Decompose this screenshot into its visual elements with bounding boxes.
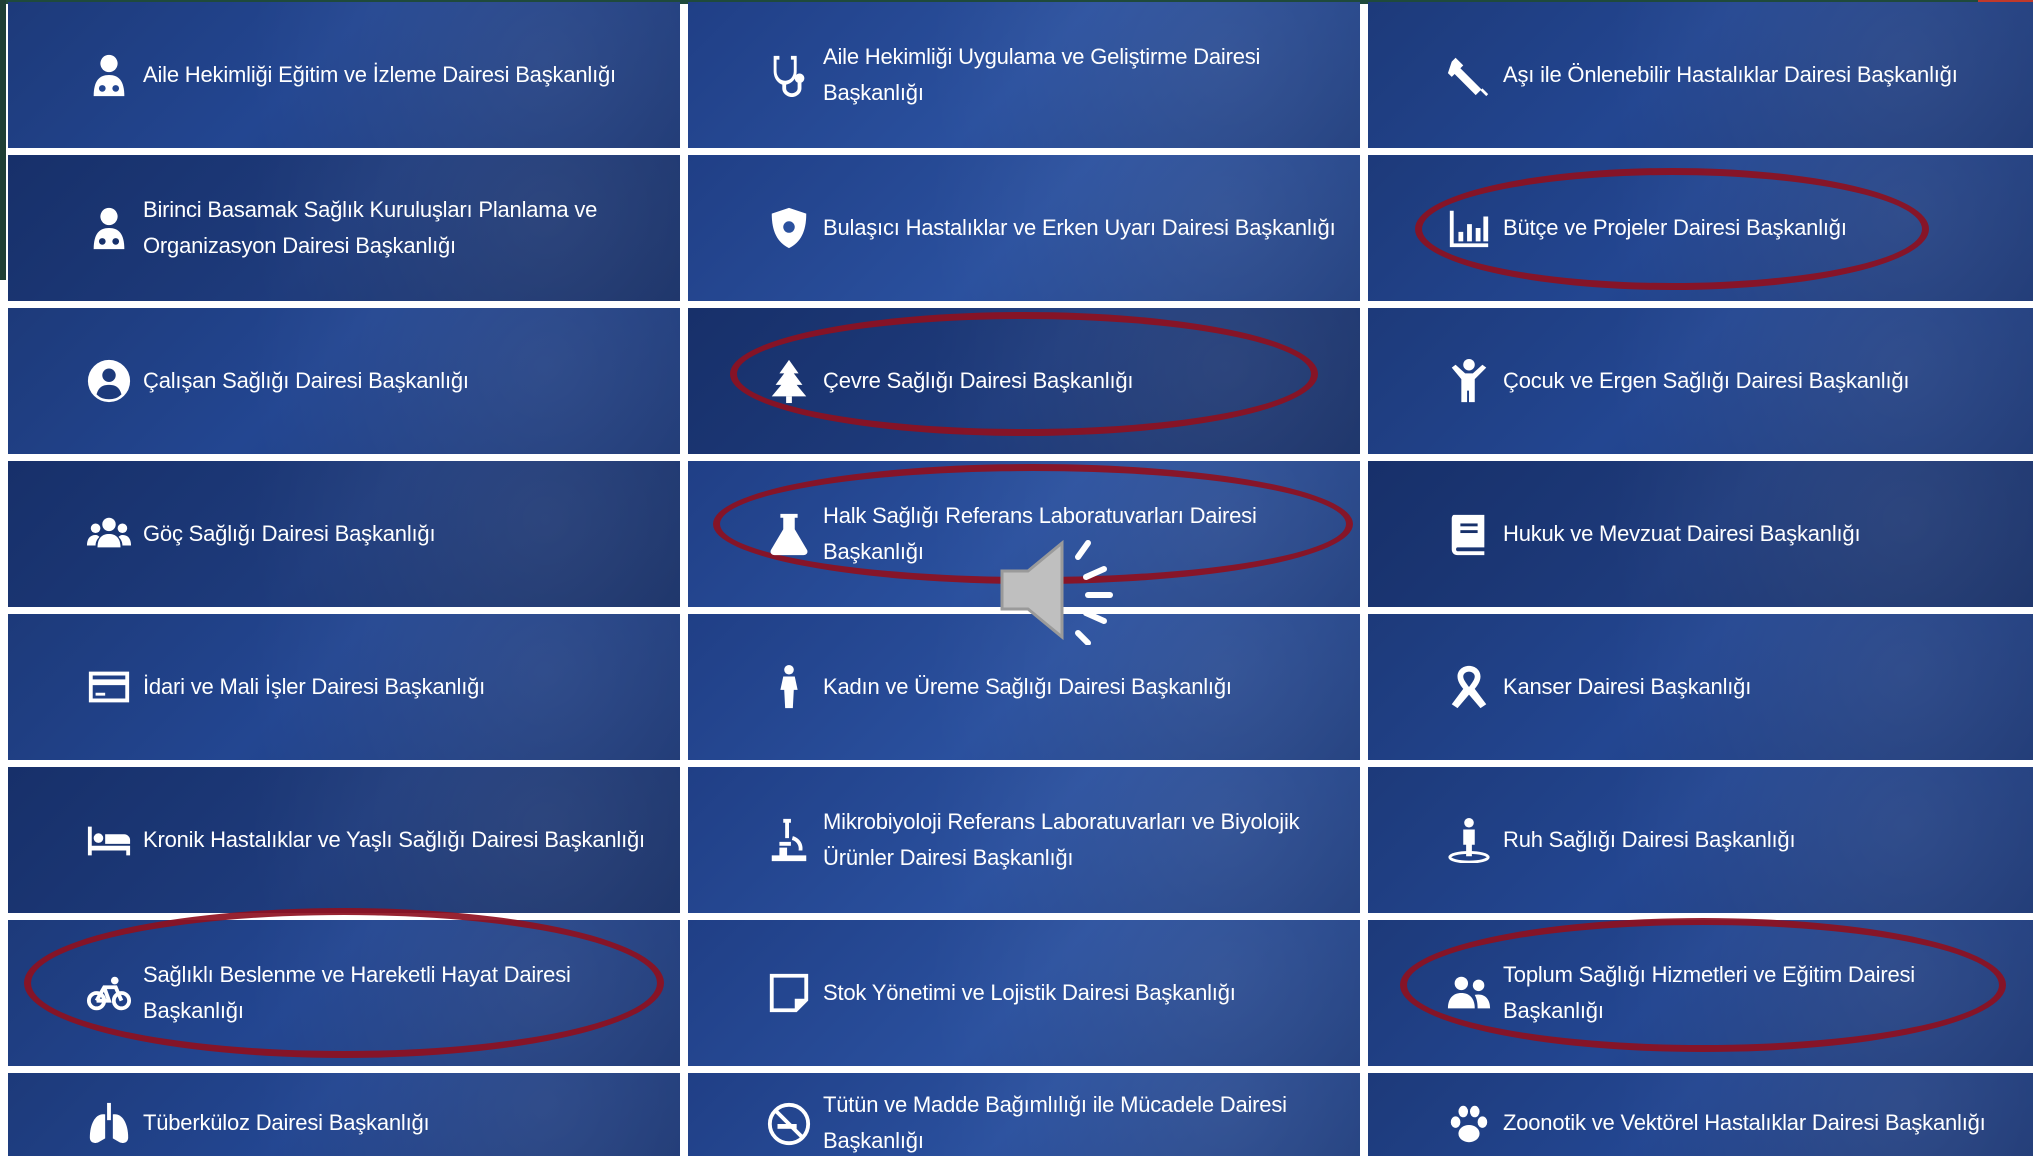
lungs-icon (83, 1098, 135, 1150)
department-tile[interactable]: Aile Hekimliği Uygulama ve Geliştirme Da… (688, 2, 1360, 148)
department-tile[interactable]: Bütçe ve Projeler Dairesi Başkanlığı (1368, 155, 2033, 301)
department-tile[interactable]: Çocuk ve Ergen Sağlığı Dairesi Başkanlığ… (1368, 308, 2033, 454)
department-label: Mikrobiyoloji Referans Laboratuvarları v… (823, 809, 1300, 870)
department-label: Aile Hekimliği Uygulama ve Geliştirme Da… (823, 44, 1261, 105)
user-circle-icon (83, 355, 135, 407)
department-label: Aile Hekimliği Eğitim ve İzleme Dairesi … (143, 62, 616, 87)
doctor-icon (83, 202, 135, 254)
department-label: Bulaşıcı Hastalıklar ve Erken Uyarı Dair… (823, 215, 1336, 240)
department-tile[interactable]: Çevre Sağlığı Dairesi Başkanlığı (688, 308, 1360, 454)
department-label: Stok Yönetimi ve Lojistik Dairesi Başkan… (823, 980, 1236, 1005)
department-tile[interactable]: Aile Hekimliği Eğitim ve İzleme Dairesi … (8, 2, 680, 148)
tree-icon (763, 355, 815, 407)
bicycle-icon (83, 967, 135, 1019)
department-label: Tütün ve Madde Bağımlılığı ile Mücadele … (823, 1091, 1287, 1153)
department-label: İdari ve Mali İşler Dairesi Başkanlığı (143, 674, 486, 699)
shield-virus-icon (763, 202, 815, 254)
department-tile[interactable]: İdari ve Mali İşler Dairesi Başkanlığı (8, 614, 680, 760)
department-label: Bütçe ve Projeler Dairesi Başkanlığı (1503, 215, 1847, 240)
sticky-note-icon (763, 967, 815, 1019)
no-smoking-icon (763, 1098, 815, 1150)
stethoscope-icon (763, 49, 815, 101)
department-label: Hukuk ve Mevzuat Dairesi Başkanlığı (1503, 521, 1861, 546)
department-label: Zoonotik ve Vektörel Hastalıklar Dairesi… (1503, 1109, 1986, 1135)
department-label: Göç Sağlığı Dairesi Başkanlığı (143, 521, 436, 546)
department-tile[interactable]: Ruh Sağlığı Dairesi Başkanlığı (1368, 767, 2033, 913)
microscope-icon (763, 814, 815, 866)
syringe-icon (1443, 49, 1495, 101)
female-icon (763, 661, 815, 713)
department-tile[interactable]: Kronik Hastalıklar ve Yaşlı Sağlığı Dair… (8, 767, 680, 913)
department-tile[interactable]: Aşı ile Önlenebilir Hastalıklar Dairesi … (1368, 2, 2033, 148)
department-label: Ruh Sağlığı Dairesi Başkanlığı (1503, 827, 1796, 852)
department-label: Birinci Basamak Sağlık Kuruluşları Planl… (143, 197, 598, 258)
department-label: Tüberküloz Dairesi Başkanlığı (143, 1109, 430, 1135)
department-tile[interactable]: Birinci Basamak Sağlık Kuruluşları Planl… (8, 155, 680, 301)
department-label: Çalışan Sağlığı Dairesi Başkanlığı (143, 368, 469, 393)
department-label: Kronik Hastalıklar ve Yaşlı Sağlığı Dair… (143, 827, 645, 852)
department-tile[interactable]: Toplum Sağlığı Hizmetleri ve Eğitim Dair… (1368, 920, 2033, 1066)
users-icon (83, 508, 135, 560)
doctor-icon (83, 49, 135, 101)
flask-icon (763, 508, 815, 560)
department-tile[interactable]: Stok Yönetimi ve Lojistik Dairesi Başkan… (688, 920, 1360, 1066)
department-tile[interactable]: Tütün ve Madde Bağımlılığı ile Mücadele … (688, 1073, 1360, 1156)
department-tile[interactable]: Mikrobiyoloji Referans Laboratuvarları v… (688, 767, 1360, 913)
bed-icon (83, 814, 135, 866)
department-label: Kanser Dairesi Başkanlığı (1503, 674, 1752, 699)
department-tile[interactable]: Sağlıklı Beslenme ve Hareketli Hayat Dai… (8, 920, 680, 1066)
left-border (0, 0, 6, 280)
department-label: Kadın ve Üreme Sağlığı Dairesi Başkanlığ… (823, 674, 1232, 699)
department-label: Halk Sağlığı Referans Laboratuvarları Da… (823, 503, 1257, 564)
paw-icon (1443, 1098, 1495, 1150)
department-label: Sağlıklı Beslenme ve Hareketli Hayat Dai… (143, 962, 571, 1023)
book-icon (1443, 508, 1495, 560)
department-label: Çocuk ve Ergen Sağlığı Dairesi Başkanlığ… (1503, 368, 1910, 393)
person-circle-icon (1443, 814, 1495, 866)
child-icon (1443, 355, 1495, 407)
department-tile[interactable]: Hukuk ve Mevzuat Dairesi Başkanlığı (1368, 461, 2033, 607)
department-label: Toplum Sağlığı Hizmetleri ve Eğitim Dair… (1503, 962, 1915, 1023)
bar-chart-icon (1443, 202, 1495, 254)
department-tile[interactable]: Tüberküloz Dairesi Başkanlığı (8, 1073, 680, 1156)
department-tile[interactable]: Zoonotik ve Vektörel Hastalıklar Dairesi… (1368, 1073, 2033, 1156)
credit-card-icon (83, 661, 135, 713)
department-label: Çevre Sağlığı Dairesi Başkanlığı (823, 368, 1134, 393)
department-label: Aşı ile Önlenebilir Hastalıklar Dairesi … (1503, 62, 1958, 87)
department-tile[interactable]: Göç Sağlığı Dairesi Başkanlığı (8, 461, 680, 607)
user-group-icon (1443, 967, 1495, 1019)
department-tile[interactable]: Çalışan Sağlığı Dairesi Başkanlığı (8, 308, 680, 454)
ribbon-icon (1443, 661, 1495, 713)
department-tile[interactable]: Kanser Dairesi Başkanlığı (1368, 614, 2033, 760)
department-tile[interactable]: Bulaşıcı Hastalıklar ve Erken Uyarı Dair… (688, 155, 1360, 301)
